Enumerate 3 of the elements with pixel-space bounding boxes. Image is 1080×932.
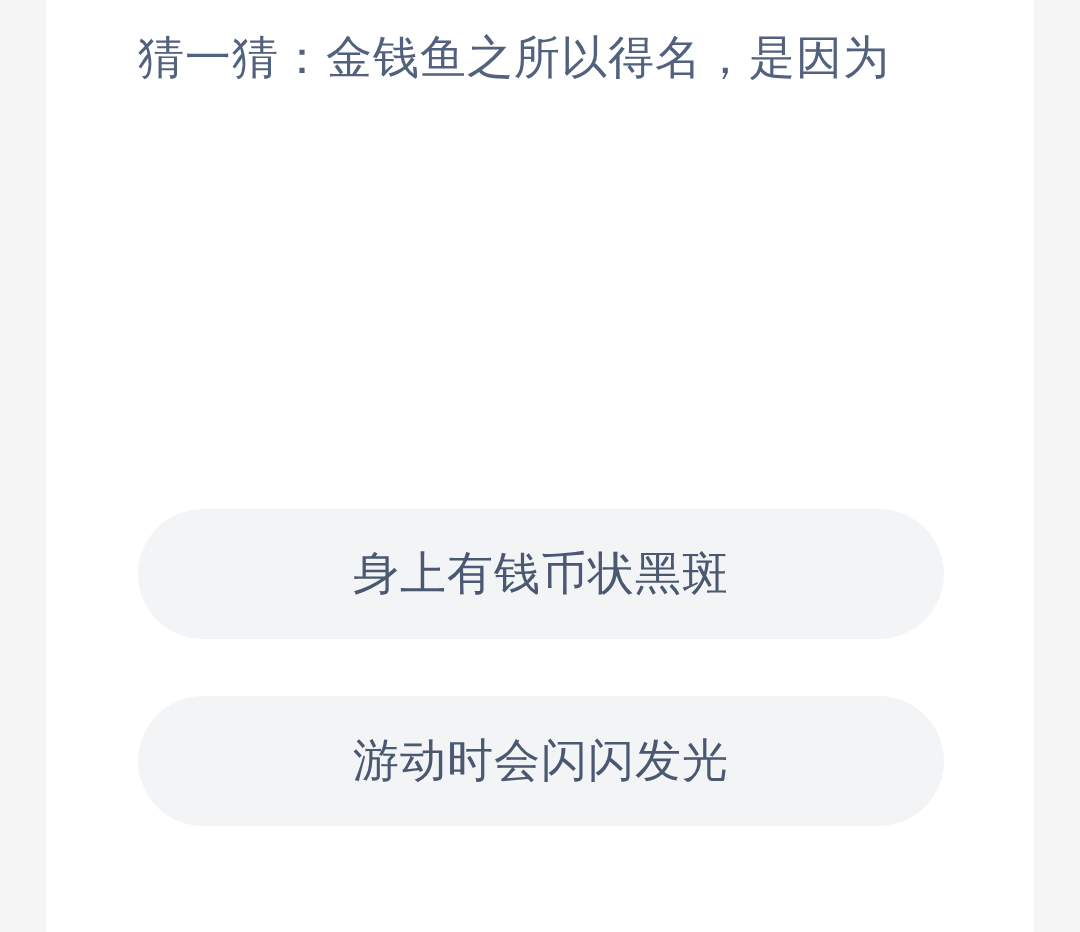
answer-option-button[interactable]: 身上有钱币状黑斑 — [138, 509, 944, 639]
question-text: 猜一猜：金钱鱼之所以得名，是因为 — [138, 29, 891, 86]
answer-option-button[interactable]: 游动时会闪闪发光 — [138, 696, 944, 826]
